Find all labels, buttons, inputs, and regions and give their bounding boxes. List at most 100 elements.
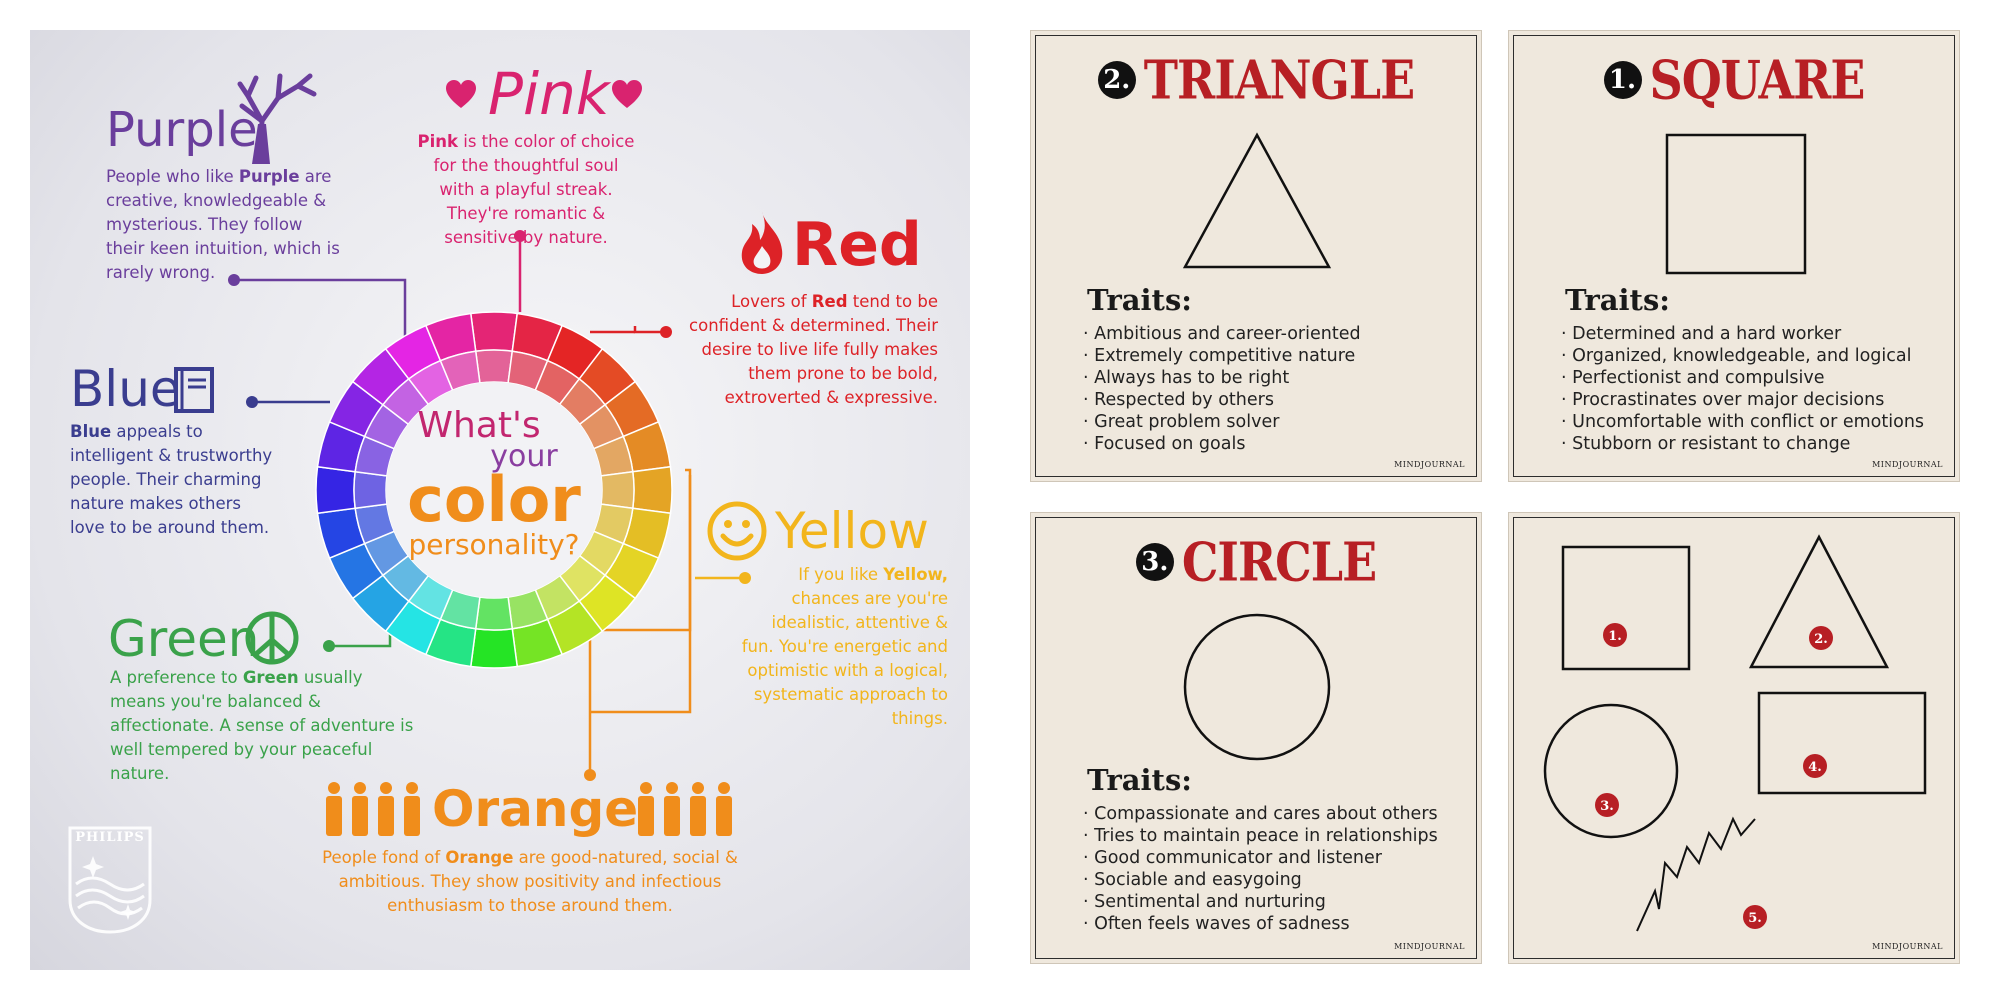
red-title: Red [792,210,922,280]
card-title-text: SQUARE [1649,48,1866,112]
card-title: 3. CIRCLE [1031,531,1481,593]
pink-title: Pink [488,60,610,128]
list-item: Ambitious and career-oriented [1083,323,1360,345]
wheel-segment-inner [474,596,514,631]
list-item: Determined and a hard worker [1561,323,1924,345]
green-title: Green [108,610,260,668]
list-item: Great problem solver [1083,411,1361,433]
yellow-text-post: chances are you're idealistic, attentive… [741,589,948,728]
list-item: Uncomfortable with conflict or emotions [1561,411,1924,433]
yellow-title: Yellow [775,502,929,560]
brand-mark: MINDJOURNAL [1394,460,1465,469]
tree-icon [237,73,317,164]
card-title-text: CIRCLE [1181,530,1377,594]
zigzag-shape [1636,816,1756,932]
triangle-shape [1182,132,1332,269]
center-question: What's your color personality? [374,408,614,560]
heart-icon [612,80,642,108]
rectangle-shape [1757,691,1927,795]
brand-mark: MINDJOURNAL [1872,942,1943,951]
wheel-segment-outer [315,465,357,515]
list-item: Tries to maintain peace in relationships [1083,825,1438,847]
wheel-segment-inner [474,349,514,384]
yellow-text-pre: If you like [798,565,884,584]
wheel-segment-outer [469,311,519,353]
list-item: Good communicator and listener [1083,847,1438,869]
center-line-3: color [407,463,581,536]
card-square: 1.SQUARE Traits: Determined and a hard w… [1508,30,1960,482]
marker-label: 4. [1808,760,1822,775]
marker-label: 2. [1814,632,1828,647]
trait-list: Determined and a hard worker Organized, … [1561,323,1924,455]
red-text: Lovers of Red tend to be confident & det… [666,290,938,410]
center-line-1: What's [417,405,541,446]
list-item: Often feels waves of sadness [1083,913,1438,935]
number-badge: 1. [1603,61,1642,99]
square-shape [1561,545,1691,671]
circle-shape [1183,613,1331,761]
card-triangle: 2.TRIANGLE Traits: Ambitious and career-… [1030,30,1482,482]
trait-list: Ambitious and career-oriented Extremely … [1083,323,1361,455]
list-item: Focused on goals [1083,433,1361,455]
people-icon [326,782,420,836]
marker-label: 3. [1600,799,1614,814]
pink-text: Pink is the color of choice for the thou… [416,130,636,250]
heart-icon [446,80,476,108]
green-text: A preference to Green usually means you'… [110,666,420,786]
blue-title: Blue [70,360,181,418]
center-line-4: personality? [408,528,580,561]
purple-text: People who like Purple are creative, kno… [106,165,344,285]
list-item: Sentimental and nurturing [1083,891,1438,913]
orange-text-pre: People fond of [322,848,446,867]
brand-mark: MINDJOURNAL [1394,942,1465,951]
list-item: Procrastinates over major decisions [1561,389,1924,411]
red-text-bold: Red [811,292,848,311]
card-title: 2. TRIANGLE [1031,49,1481,111]
traits-heading: Traits: [1087,283,1192,317]
wheel-segment-outer [469,627,519,669]
list-item: Perfectionist and compulsive [1561,367,1924,389]
green-text-pre: A preference to [110,668,243,687]
orange-text-bold: Orange [445,848,514,867]
pink-text-bold: Pink [417,132,458,151]
circle-shape [1543,703,1679,839]
square-shape [1665,133,1807,275]
purple-text-bold: Purple [238,167,300,186]
list-item: Sociable and easygoing [1083,869,1438,891]
yellow-text-bold: Yellow, [883,565,948,584]
list-item: Compassionate and cares about others [1083,803,1438,825]
blue-text-bold: Blue [70,422,112,441]
card-circle: 3.CIRCLE Traits: Compassionate and cares… [1030,512,1482,964]
trait-list: Compassionate and cares about others Tri… [1083,803,1438,935]
list-item: Organized, knowledgeable, and logical [1561,345,1924,367]
people-icon [638,782,732,836]
brand-mark: MINDJOURNAL [1872,460,1943,469]
list-item: Extremely competitive nature [1083,345,1361,367]
green-text-bold: Green [242,668,299,687]
traits-heading: Traits: [1565,283,1670,317]
card-shape-choice: 1. 2. 3. 4. 5. MINDJOURNAL [1508,512,1960,964]
list-item: Always has to be right [1083,367,1361,389]
philips-wordmark: PHILIPS [75,830,145,845]
marker-label: 5. [1748,911,1762,926]
card-title-text: TRIANGLE [1143,48,1415,112]
traits-heading: Traits: [1087,763,1192,797]
book-icon [174,367,214,413]
number-badge: 2. [1097,61,1136,99]
flame-icon [741,212,783,274]
number-badge: 3. [1135,543,1174,581]
marker-label: 1. [1608,629,1622,644]
shape-set: 1. 2. 3. 4. 5. [1543,534,1927,932]
blue-text: Blue appeals to intelligent & trustworth… [70,420,280,540]
orange-text: People fond of Orange are good-natured, … [320,846,740,918]
list-item: Stubborn or resistant to change [1561,433,1924,455]
wheel-segment-outer [631,465,673,515]
color-personality-infographic: What's your color personality? Purple Pe… [30,30,970,970]
red-text-pre: Lovers of [731,292,812,311]
card-title: 1. SQUARE [1509,49,1959,111]
smiley-icon [707,501,767,561]
pink-text-post: is the color of choice for the thoughtfu… [433,132,635,247]
yellow-text: If you like Yellow, chances are you're i… [736,563,948,731]
orange-title: Orange [432,780,639,838]
peace-icon [245,611,299,665]
